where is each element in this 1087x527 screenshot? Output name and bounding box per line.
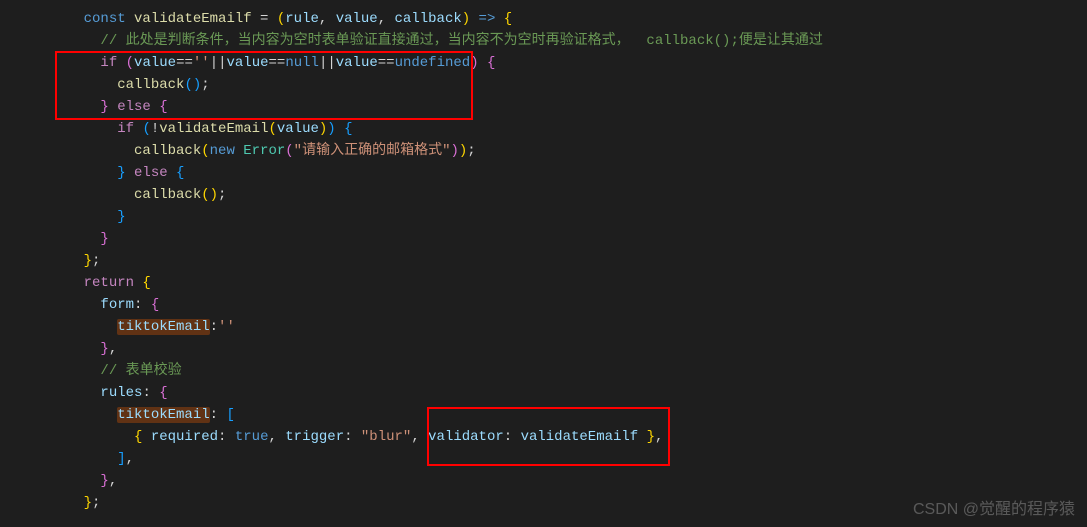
code-line: if (value==''||value==null||value==undef… <box>0 52 1087 74</box>
code-line: ], <box>0 448 1087 470</box>
code-line: } else { <box>0 162 1087 184</box>
code-line: form: { <box>0 294 1087 316</box>
code-line: callback(new Error("请输入正确的邮箱格式")); <box>0 140 1087 162</box>
code-line: rules: { <box>0 382 1087 404</box>
code-line: // 此处是判断条件，当内容为空时表单验证直接通过，当内容不为空时再验证格式， … <box>0 30 1087 52</box>
code-line: } <box>0 206 1087 228</box>
code-line: }; <box>0 250 1087 272</box>
code-line: tiktokEmail:'' <box>0 316 1087 338</box>
code-line: }, <box>0 338 1087 360</box>
watermark: CSDN @觉醒的程序猿 <box>913 499 1075 521</box>
code-line: const validateEmailf = (rule, value, cal… <box>0 8 1087 30</box>
code-line: { required: true, trigger: "blur", valid… <box>0 426 1087 448</box>
code-line: callback(); <box>0 184 1087 206</box>
code-line: } <box>0 228 1087 250</box>
code-line: // 表单校验 <box>0 360 1087 382</box>
code-line: } else { <box>0 96 1087 118</box>
code-editor[interactable]: const validateEmailf = (rule, value, cal… <box>0 0 1087 514</box>
code-line: }, <box>0 470 1087 492</box>
code-line: return { <box>0 272 1087 294</box>
code-line: if (!validateEmail(value)) { <box>0 118 1087 140</box>
code-line: callback(); <box>0 74 1087 96</box>
code-line: tiktokEmail: [ <box>0 404 1087 426</box>
